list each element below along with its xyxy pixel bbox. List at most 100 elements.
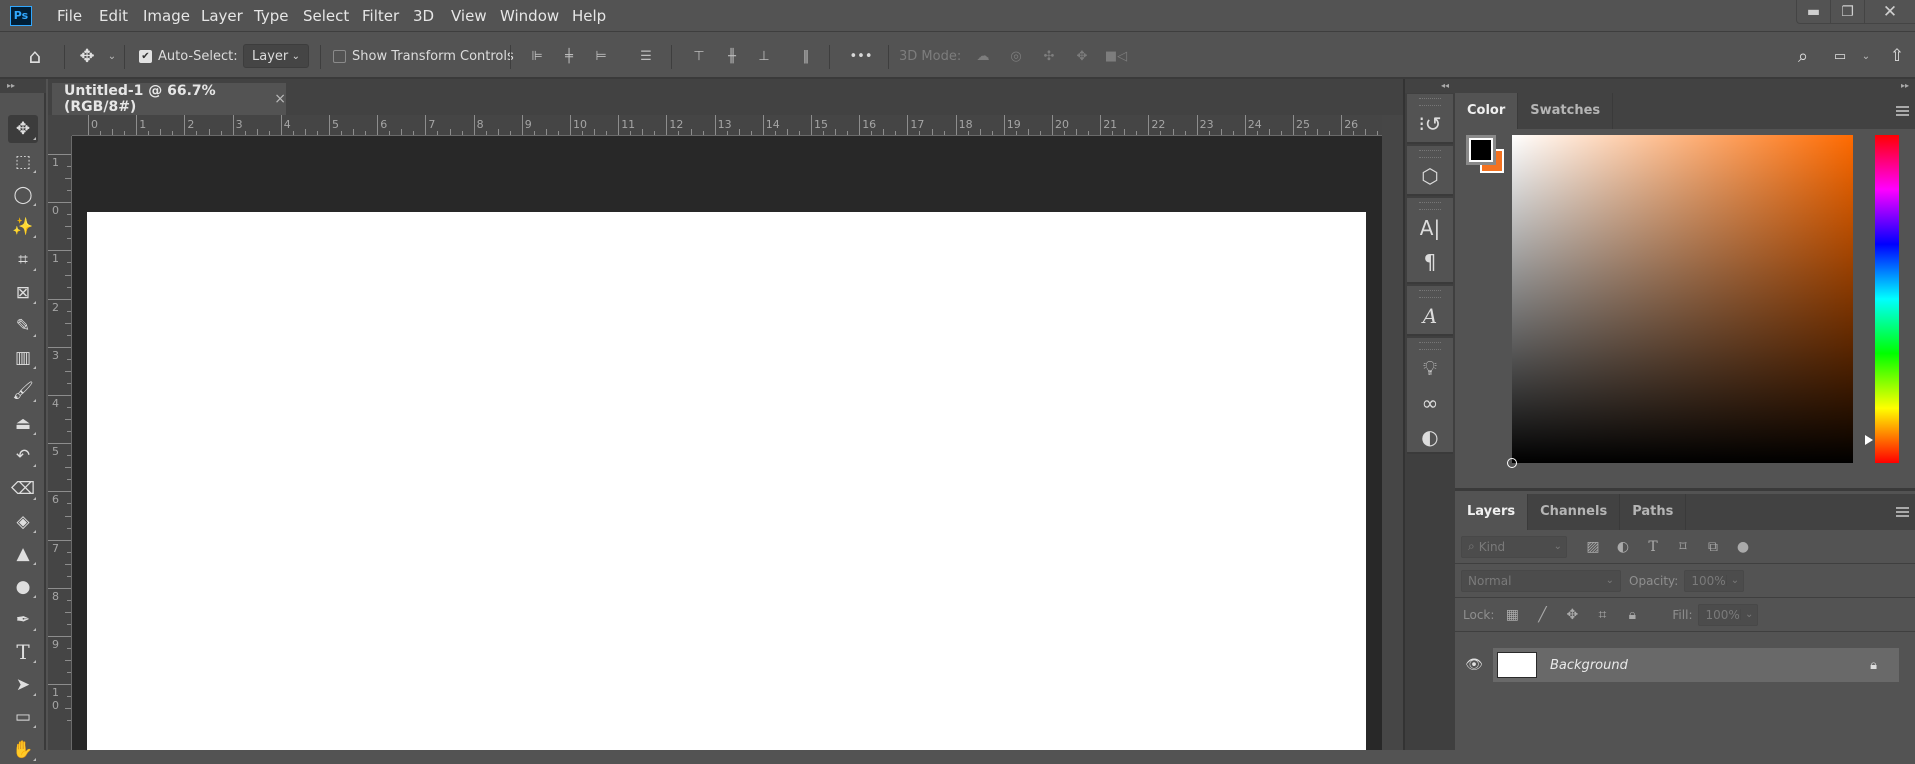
align-vertical-centers-button[interactable]: ╫ (723, 33, 741, 79)
menu-help[interactable]: Help (572, 0, 606, 32)
show-transform-controls-checkbox[interactable]: Show Transform Controls (333, 33, 514, 79)
ruler-origin[interactable] (48, 115, 72, 136)
menu-select[interactable]: Select (303, 0, 349, 32)
menu-layer[interactable]: Layer (201, 0, 243, 32)
distribute-vertical-button[interactable]: ☰ (636, 33, 656, 79)
horizontal-ruler[interactable]: 0 1 2 3 4 5 6 7 8 9 10 11 12 13 14 15 16 17 18 19 20 21 22 23 24… (72, 115, 1382, 136)
search-button[interactable]: ⌕ (1792, 33, 1814, 79)
clone-stamp-tool[interactable]: ⏏ (8, 410, 38, 438)
filter-type-layers-button[interactable]: T (1641, 535, 1665, 559)
lasso-tool[interactable]: ◯ (8, 181, 38, 209)
pen-tool[interactable]: ✒ (8, 606, 38, 634)
share-button[interactable]: ⇧ (1886, 33, 1908, 79)
crop-tool[interactable]: ⌗ (8, 246, 38, 274)
tool-preset-dropdown[interactable]: ⌄ (106, 33, 118, 79)
panel-menu-icon[interactable] (1896, 106, 1909, 116)
tab-color[interactable]: Color (1455, 93, 1519, 129)
minimize-button[interactable]: ▬ (1797, 0, 1831, 24)
marquee-tool[interactable]: ⬚ (8, 148, 38, 176)
frame-tool[interactable]: ⊠ (8, 279, 38, 307)
menu-window[interactable]: Window (500, 0, 559, 32)
paint-bucket-tool[interactable]: ◈ (8, 508, 38, 536)
align-top-button[interactable]: ⊤ (690, 33, 708, 79)
glyphs-panel-button[interactable]: A (1407, 298, 1453, 334)
scale-3d-button[interactable]: ■◁ (1104, 33, 1128, 79)
home-button[interactable]: ⌂ (22, 33, 48, 79)
workspace-dropdown[interactable]: ⌄ (1860, 33, 1872, 79)
auto-select-target-dropdown[interactable]: Layer ⌄ (243, 44, 309, 68)
align-bottom-button[interactable]: ⊥ (755, 33, 773, 79)
document-tab[interactable]: Untitled-1 @ 66.7% (RGB/8#) × (52, 83, 286, 115)
orbit-3d-button[interactable]: ☁ (972, 33, 994, 79)
panel-menu-icon[interactable] (1896, 507, 1909, 517)
auto-select-checkbox[interactable]: ✔ Auto-Select: (139, 33, 238, 79)
restore-button[interactable]: ❐ (1831, 0, 1865, 24)
eyedropper-tool[interactable]: ✎ (8, 312, 38, 340)
color-picker-field[interactable] (1507, 135, 1853, 468)
menu-edit[interactable]: Edit (99, 0, 128, 32)
filter-adjustment-layers-button[interactable]: ◐ (1611, 535, 1635, 559)
lock-image-pixels-button[interactable]: ╱ (1530, 603, 1554, 627)
align-horizontal-centers-button[interactable]: ╪ (560, 33, 578, 79)
path-selection-tool[interactable]: ➤ (8, 671, 38, 699)
foreground-color-swatch[interactable] (1466, 135, 1496, 165)
layer-visibility-toggle[interactable]: 👁︎ (1455, 648, 1493, 682)
move-tool[interactable]: ✥ (8, 115, 38, 143)
fill-input[interactable]: 100% ⌄ (1698, 603, 1759, 626)
filter-smart-objects-button[interactable]: ⧉ (1701, 535, 1725, 559)
brush-tool[interactable]: 🖌 (8, 377, 38, 405)
hue-slider[interactable] (1875, 135, 1899, 463)
menu-view[interactable]: View (451, 0, 487, 32)
pan-3d-button[interactable]: ✣ (1038, 33, 1060, 79)
tab-layers[interactable]: Layers (1455, 494, 1529, 530)
menu-type[interactable]: Type (254, 0, 288, 32)
hand-tool[interactable]: ✋ (8, 736, 38, 764)
menu-image[interactable]: Image (143, 0, 190, 32)
vertical-ruler[interactable]: 1 0 1 2 3 4 5 6 7 8 9 10 (48, 136, 72, 750)
history-brush-tool[interactable]: ↶ (8, 442, 38, 470)
character-panel-button[interactable]: A| (1407, 210, 1453, 246)
distribute-horizontal-button[interactable]: ‖ (797, 33, 815, 79)
lock-position-button[interactable]: ✥ (1560, 603, 1584, 627)
workspace-button[interactable]: ▭ (1829, 33, 1851, 79)
menu-file[interactable]: File (57, 0, 82, 32)
dodge-tool[interactable]: ● (8, 573, 38, 601)
opacity-input[interactable]: 100% ⌄ (1684, 569, 1745, 592)
blur-tool[interactable]: ▲ (8, 540, 38, 568)
healing-brush-tool[interactable]: ▥ (8, 344, 38, 372)
canvas-scrollbar[interactable] (1382, 115, 1403, 750)
menu-filter[interactable]: Filter (362, 0, 399, 32)
paragraph-panel-button[interactable]: ¶ (1407, 246, 1453, 278)
adjustments-panel-button[interactable]: ◐ (1407, 420, 1453, 454)
document-canvas[interactable] (87, 212, 1366, 750)
libraries-panel-button[interactable]: ⬡ (1407, 158, 1453, 194)
magic-wand-tool[interactable]: ✨ (8, 213, 38, 241)
type-tool[interactable]: T (8, 638, 38, 666)
more-options-button[interactable]: ••• (848, 33, 874, 79)
align-right-button[interactable]: ⊨ (592, 33, 610, 79)
menu-3d[interactable]: 3D (413, 0, 434, 32)
dock-collapse[interactable]: ◂◂ (1405, 79, 1455, 93)
tab-paths[interactable]: Paths (1620, 494, 1687, 530)
layers-scrollbar[interactable] (1899, 682, 1915, 750)
move-tool-preset[interactable]: ✥ (76, 33, 98, 79)
layer-kind-filter[interactable]: ⌕ Kind ⌄ (1461, 535, 1567, 558)
learn-panel-button[interactable]: 💡︎ (1407, 350, 1453, 386)
roll-3d-button[interactable]: ◎ (1005, 33, 1027, 79)
hue-slider-handle[interactable] (1865, 435, 1873, 446)
align-left-button[interactable]: ⊫ (528, 33, 546, 79)
filter-pixel-layers-button[interactable]: ▨ (1581, 535, 1605, 559)
color-picker-cursor[interactable] (1507, 458, 1517, 468)
lock-all-button[interactable]: 🔒︎ (1620, 603, 1644, 627)
tab-swatches[interactable]: Swatches (1518, 93, 1614, 129)
creative-cloud-button[interactable]: ∞ (1407, 386, 1453, 420)
toolbar-collapse[interactable]: ▸▸ (0, 79, 46, 93)
filter-toggle[interactable]: ● (1731, 535, 1755, 559)
lock-artboard-button[interactable]: ⌗ (1590, 603, 1614, 627)
panels-collapse[interactable]: ▸▸ (1455, 79, 1915, 93)
close-button[interactable]: ✕ (1865, 0, 1915, 24)
history-panel-button[interactable]: ⁝↺ (1407, 106, 1453, 142)
filter-shape-layers-button[interactable]: ⌑ (1671, 535, 1695, 559)
layer-row[interactable]: Background 🔒︎ (1493, 648, 1899, 682)
tab-channels[interactable]: Channels (1528, 494, 1621, 530)
